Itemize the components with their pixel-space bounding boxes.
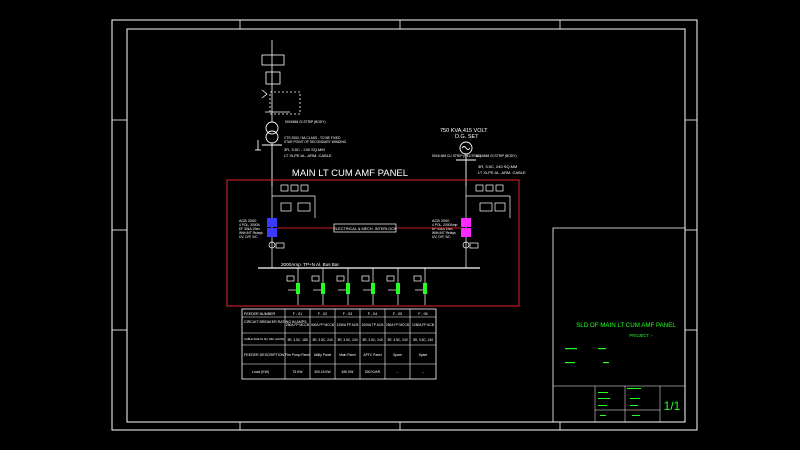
feeder-4-cable: 3R, 3.5C, 240 <box>362 338 383 342</box>
project-label: PROJECT :- <box>629 333 653 338</box>
feeder-3-cable: 3R, 3.5C, 240 <box>337 338 358 342</box>
row-header-cable-size: CABLE SIZE IN SQ. MM. (ALUM) <box>244 337 284 341</box>
feeder-4-breaker: 1000A TP ACB <box>362 323 385 327</box>
feeder-3-description: Main Panel <box>339 353 356 357</box>
sld-drawing-canvas: 50X6MM GI STRIP (BODY) CTS 2000 / 5A CLA… <box>111 19 698 431</box>
transformer-note-1: 50X6MM GI STRIP (BODY) <box>285 120 326 124</box>
row-header-feeder-description: FEEDER DESCRIPTION <box>244 353 285 357</box>
feeder-6-cable: 3R, 3.5C, 240 <box>413 338 434 342</box>
feeder-branches <box>286 268 427 305</box>
feeder-1-breaker: 250A FP MCCB <box>286 323 310 327</box>
feeder-branch-3 <box>336 268 350 305</box>
feeder-6-description: Spare <box>419 353 428 357</box>
sheet-outer-border <box>111 19 698 431</box>
feeder-1-load: 75 KW <box>293 370 304 374</box>
feeder-5-number: F - 05 <box>393 312 402 316</box>
feeder-2-description: Utility Panel <box>314 353 332 357</box>
left-incomer-label-5: UV, O/P, S/C <box>239 235 258 239</box>
feeder-6-number: F - 06 <box>418 312 427 316</box>
feeder-1-cable: 3R, 3.5C, 185 <box>287 338 308 342</box>
title-block: SLD OF MAIN LT CUM AMF PANEL PROJECT :- … <box>552 227 686 423</box>
feeder-4-number: F - 04 <box>368 312 377 316</box>
feeder-3-breaker: 1250A FP ACB <box>337 323 360 327</box>
feeder-5-cable: 3R, 3.5C, 240 <box>387 338 408 342</box>
border-ticks <box>112 20 697 430</box>
dg-note-1: 50X6 MM CU STRIP (NEUTRAL) <box>432 154 481 158</box>
feeder-branch-6 <box>413 268 427 305</box>
transformer-cable-size: 3R, 3.5C - 240 SQ.MM <box>284 147 325 152</box>
sheet-inner-border <box>126 28 686 423</box>
interlock-label: ELECTRICAL & MECH. INTERLOCK <box>334 227 397 231</box>
feeder-6-load: -- <box>422 370 424 374</box>
feeder-2-cable: 3R, 3.5C, 240 <box>312 338 333 342</box>
feeder-branch-2 <box>311 268 325 305</box>
drawing-title: SLD OF MAIN LT CUM AMF PANEL <box>576 322 676 329</box>
feeder-1-number: F - 01 <box>293 312 302 316</box>
feeder-4-description: APFC Panel <box>363 353 381 357</box>
busbar-label: 2000Amp. TP+N Al. Bus Bar <box>281 262 339 267</box>
sheet-number: 1/1 <box>664 399 681 413</box>
dg-generator-symbol <box>456 141 476 186</box>
title-block-minor-text <box>565 348 641 416</box>
feeder-2-number: F - 02 <box>318 312 327 316</box>
transformer-note-3: STAR POINT OF SECONDARY WINDING <box>284 140 347 144</box>
feeder-6-breaker: 1250A FP ACB <box>412 323 435 327</box>
feeder-2-breaker: 400A FP MCCB <box>311 323 335 327</box>
row-header-feeder-number: FEEDER NUMBER <box>244 312 276 316</box>
feeder-branch-1 <box>286 268 300 305</box>
feeder-table: FEEDER NUMBER CIRCUIT BREAKER RATING IN … <box>241 308 437 380</box>
ht-incoming-riser <box>261 40 301 122</box>
row-header-load: Load (KW) <box>252 370 269 374</box>
transformer-symbol <box>255 121 282 186</box>
feeder-3-load: 630 KW <box>342 370 355 374</box>
right-incomer-label-5: UV, O/P, S/C <box>432 235 451 239</box>
transformer-cable-type: LT XLPE AL. ARM. CABLE <box>284 153 332 158</box>
feeder-branch-4 <box>361 268 375 305</box>
dg-cable-size: 3R, 3.5C, 240 SQ.MM <box>478 164 517 169</box>
feeder-3-number: F - 03 <box>343 312 352 316</box>
feeder-branch-5 <box>386 268 400 305</box>
title-block-grid <box>594 386 661 422</box>
dg-cable-type: LT XLPE AL. ARM. CABLE <box>478 170 526 175</box>
panel-title: MAIN LT CUM AMF PANEL <box>292 168 408 179</box>
feeder-5-breaker: 250A FP MCCB <box>386 323 410 327</box>
dg-set-label: D.G. SET <box>455 134 479 140</box>
feeder-5-load: -- <box>396 370 398 374</box>
feeder-5-description: Spare <box>393 353 402 357</box>
feeder-1-description: Fire Pump Panel <box>285 353 310 357</box>
feeder-4-load: 500 KVAR <box>365 370 381 374</box>
dg-note-2: 50X6MM GI STRIP (BODY) <box>476 154 517 158</box>
feeder-2-load: 300.15 KW <box>314 370 331 374</box>
